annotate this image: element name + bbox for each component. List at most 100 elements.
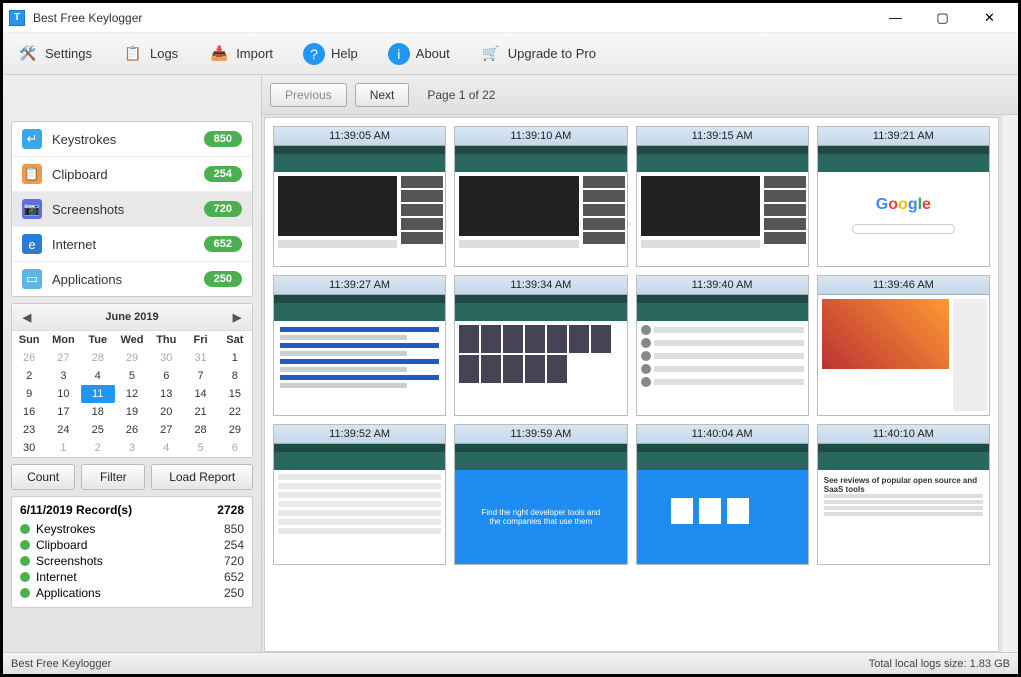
screenshot-thumb[interactable]: 11:40:10 AM See reviews of popular open … <box>817 424 990 565</box>
record-row: Internet 652 <box>20 569 244 585</box>
thumb-timestamp: 11:39:10 AM <box>455 127 626 146</box>
sidebar-item-clipboard[interactable]: 📋 Clipboard 254 <box>12 156 252 191</box>
maximize-button[interactable]: ▢ <box>920 4 965 32</box>
calendar-day[interactable]: 12 <box>115 385 149 403</box>
calendar-day[interactable]: 4 <box>81 367 115 385</box>
thumb-timestamp: 11:39:40 AM <box>637 276 808 295</box>
sidebar-item-screenshots[interactable]: 📷 Screenshots 720 <box>12 191 252 226</box>
close-button[interactable]: ✕ <box>967 4 1012 32</box>
calendar-day[interactable]: 27 <box>149 421 183 439</box>
calendar-day[interactable]: 1 <box>218 349 252 367</box>
calendar-day[interactable]: 6 <box>149 367 183 385</box>
filter-button[interactable]: Filter <box>81 464 145 490</box>
load-report-button[interactable]: Load Report <box>151 464 253 490</box>
screenshot-thumb[interactable]: 11:39:59 AM Find the right developer too… <box>454 424 627 565</box>
calendar-day[interactable]: 5 <box>183 439 217 457</box>
screenshot-thumb[interactable]: 11:40:04 AM <box>636 424 809 565</box>
thumb-preview <box>455 146 626 266</box>
calendar-day[interactable]: 20 <box>149 403 183 421</box>
thumb-preview: Google <box>818 146 989 266</box>
calendar-day[interactable]: 3 <box>115 439 149 457</box>
info-icon: i <box>388 43 410 65</box>
calendar-day[interactable]: 18 <box>81 403 115 421</box>
sidebar-item-keystrokes[interactable]: ↵ Keystrokes 850 <box>12 122 252 156</box>
calendar-day[interactable]: 8 <box>218 367 252 385</box>
sidebar-item-label: Screenshots <box>52 202 204 217</box>
calendar-day[interactable]: 28 <box>183 421 217 439</box>
calendar-dow: Sat <box>218 331 252 349</box>
calendar-day[interactable]: 26 <box>115 421 149 439</box>
calendar-day[interactable]: 29 <box>218 421 252 439</box>
calendar-next[interactable]: ▶ <box>228 308 246 326</box>
menu-upgrade[interactable]: 🛒Upgrade to Pro <box>474 39 602 69</box>
sidebar-item-badge: 850 <box>204 131 242 147</box>
calendar-prev[interactable]: ◀ <box>18 308 36 326</box>
thumb-preview <box>637 295 808 415</box>
calendar-day[interactable]: 5 <box>115 367 149 385</box>
calendar-day[interactable]: 11 <box>81 385 115 403</box>
calendar-day[interactable]: 24 <box>46 421 80 439</box>
calendar-day[interactable]: 2 <box>12 367 46 385</box>
screenshot-thumb[interactable]: 11:39:21 AM Google <box>817 126 990 267</box>
menu-settings[interactable]: 🛠️Settings <box>11 39 98 69</box>
record-label: Internet <box>36 570 218 584</box>
scrollbar[interactable] <box>1001 115 1018 652</box>
calendar-day[interactable]: 17 <box>46 403 80 421</box>
screenshot-thumb[interactable]: 11:39:46 AM <box>817 275 990 416</box>
record-row: Applications 250 <box>20 585 244 601</box>
thumb-timestamp: 11:39:05 AM <box>274 127 445 146</box>
calendar-day[interactable]: 13 <box>149 385 183 403</box>
records-panel: 6/11/2019 Record(s) 2728 Keystrokes 850 … <box>11 496 253 608</box>
menu-about[interactable]: iAbout <box>382 39 456 69</box>
calendar-day[interactable]: 16 <box>12 403 46 421</box>
calendar-day[interactable]: 3 <box>46 367 80 385</box>
thumb-preview <box>274 444 445 564</box>
calendar-day[interactable]: 19 <box>115 403 149 421</box>
calendar-day[interactable]: 27 <box>46 349 80 367</box>
calendar-day[interactable]: 26 <box>12 349 46 367</box>
sidebar-item-applications[interactable]: ▭ Applications 250 <box>12 261 252 296</box>
window-title: Best Free Keylogger <box>33 11 873 25</box>
calendar-day[interactable]: 29 <box>115 349 149 367</box>
menu-import[interactable]: 📥Import <box>202 39 279 69</box>
menu-help[interactable]: ?Help <box>297 39 364 69</box>
calendar-day[interactable]: 21 <box>183 403 217 421</box>
screenshot-thumb[interactable]: 11:39:40 AM <box>636 275 809 416</box>
calendar-day[interactable]: 6 <box>218 439 252 457</box>
calendar-day[interactable]: 9 <box>12 385 46 403</box>
calendar-day[interactable]: 7 <box>183 367 217 385</box>
calendar-day[interactable]: 30 <box>12 439 46 457</box>
count-button[interactable]: Count <box>11 464 75 490</box>
record-value: 652 <box>224 570 244 584</box>
record-value: 254 <box>224 538 244 552</box>
calendar-day[interactable]: 4 <box>149 439 183 457</box>
applications-icon: ▭ <box>22 269 42 289</box>
calendar-day[interactable]: 22 <box>218 403 252 421</box>
screenshot-thumb[interactable]: 11:39:10 AM <box>454 126 627 267</box>
calendar-day[interactable]: 25 <box>81 421 115 439</box>
calendar-day[interactable]: 14 <box>183 385 217 403</box>
thumb-timestamp: 11:39:27 AM <box>274 276 445 295</box>
sidebar-item-internet[interactable]: e Internet 652 <box>12 226 252 261</box>
calendar-day[interactable]: 1 <box>46 439 80 457</box>
internet-icon: e <box>22 234 42 254</box>
calendar-day[interactable]: 15 <box>218 385 252 403</box>
previous-button[interactable]: Previous <box>270 83 347 107</box>
calendar-day[interactable]: 31 <box>183 349 217 367</box>
minimize-button[interactable]: — <box>873 4 918 32</box>
calendar-day[interactable]: 10 <box>46 385 80 403</box>
screenshot-thumb[interactable]: 11:39:34 AM <box>454 275 627 416</box>
calendar-day[interactable]: 28 <box>81 349 115 367</box>
next-button[interactable]: Next <box>355 83 410 107</box>
screenshot-thumb[interactable]: 11:39:05 AM <box>273 126 446 267</box>
import-icon: 📥 <box>208 43 230 65</box>
calendar-day[interactable]: 2 <box>81 439 115 457</box>
screenshot-thumb[interactable]: 11:39:52 AM <box>273 424 446 565</box>
calendar-day[interactable]: 30 <box>149 349 183 367</box>
menu-logs[interactable]: 📋Logs <box>116 39 184 69</box>
calendar-dow: Fri <box>183 331 217 349</box>
clipboard-icon: 📋 <box>22 164 42 184</box>
screenshot-thumb[interactable]: 11:39:15 AM <box>636 126 809 267</box>
calendar-day[interactable]: 23 <box>12 421 46 439</box>
screenshot-thumb[interactable]: 11:39:27 AM <box>273 275 446 416</box>
